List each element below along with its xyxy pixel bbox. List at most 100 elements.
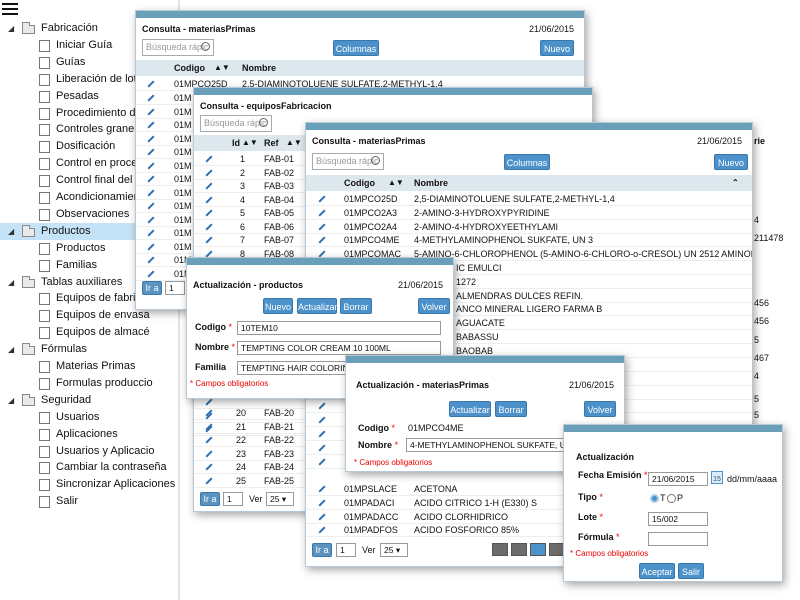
search-input[interactable]: Búsqueda rápic [200, 115, 272, 132]
sidebar-item[interactable]: Salir [0, 493, 178, 510]
table-row[interactable]: 01MPCO4ME 4-METHYLAMINOPHENOL SUKFATE, UN… [306, 233, 752, 248]
title-bar[interactable] [194, 88, 592, 95]
formula-field[interactable] [648, 532, 708, 546]
edit-icon[interactable] [205, 182, 213, 190]
edit-icon[interactable] [205, 436, 213, 444]
title-bar[interactable] [346, 356, 624, 363]
edit-icon[interactable] [318, 416, 326, 424]
page-number-input[interactable]: 1 [165, 281, 185, 295]
edit-icon[interactable] [205, 476, 213, 485]
edit-icon[interactable] [147, 161, 155, 170]
edit-icon[interactable] [205, 422, 213, 431]
edit-icon[interactable] [318, 195, 326, 203]
page-number-input[interactable]: 1 [223, 492, 243, 506]
edit-icon[interactable] [318, 402, 326, 410]
sort-icon[interactable]: ▲▼ [286, 138, 302, 147]
table-row[interactable]: 01MPCO2A4 2-AMINO-4-HYDROXYEETHYLAMI [306, 220, 752, 234]
edit-icon[interactable] [147, 148, 155, 156]
column-header-id[interactable]: Id [232, 138, 240, 148]
expand-icon[interactable]: ◢ [8, 274, 14, 291]
calendar-icon[interactable]: 15 [711, 471, 723, 484]
edit-icon[interactable] [147, 269, 155, 278]
tipo-p-radio[interactable] [667, 494, 676, 503]
sidebar-item[interactable]: Sincronizar Aplicaciones [0, 476, 178, 493]
edit-icon[interactable] [147, 107, 155, 116]
fecha-emision-field[interactable]: 21/06/2015 [648, 472, 708, 486]
edit-icon[interactable] [147, 229, 155, 237]
title-bar[interactable] [187, 258, 453, 265]
sidebar-item[interactable]: Usuarios y Aplicacio [0, 443, 178, 460]
sidebar-item[interactable]: Usuarios [0, 409, 178, 426]
aceptar-button[interactable]: Aceptar [639, 563, 675, 579]
title-bar[interactable] [136, 11, 584, 18]
codigo-field[interactable]: 10TEM10 [237, 321, 441, 335]
edit-icon[interactable] [205, 168, 213, 177]
table-row[interactable]: 01MPCO25D 2,5-DIAMINOTOLUENE SULFATE,2-ME… [306, 192, 752, 206]
page-number-input[interactable]: 1 [336, 543, 356, 557]
nuevo-button[interactable]: Nuevo [714, 154, 748, 170]
expand-icon[interactable]: ⌃ [732, 178, 739, 187]
edit-icon[interactable] [147, 80, 155, 88]
expand-icon[interactable]: ◢ [8, 20, 14, 37]
edit-icon[interactable] [318, 485, 326, 493]
title-bar[interactable] [306, 123, 752, 130]
go-to-page-button[interactable]: Ir a [200, 492, 220, 506]
column-header-nombre[interactable]: Nombre [414, 178, 448, 188]
rows-per-page-select[interactable]: 25 ▾ [266, 492, 294, 506]
edit-icon[interactable] [318, 513, 326, 521]
borrar-button[interactable]: Borrar [340, 298, 372, 314]
actualizar-button[interactable]: Actualizar [449, 401, 491, 417]
edit-icon[interactable] [205, 463, 213, 471]
edit-icon[interactable] [205, 236, 213, 244]
edit-icon[interactable] [205, 195, 213, 204]
edit-icon[interactable] [205, 409, 213, 417]
column-header-nombre[interactable]: Nombre [242, 63, 276, 73]
nuevo-button[interactable]: Nuevo [540, 40, 574, 56]
search-input[interactable]: Búsqueda rápic [312, 153, 384, 170]
rows-per-page-select[interactable]: 25 ▾ [380, 543, 408, 557]
edit-icon[interactable] [147, 94, 155, 102]
volver-button[interactable]: Volver [584, 401, 616, 417]
edit-icon[interactable] [147, 256, 155, 264]
column-header-codigo[interactable]: Codigo [174, 63, 205, 73]
title-bar[interactable] [564, 425, 782, 432]
edit-icon[interactable] [318, 236, 326, 244]
nombre-field[interactable]: TEMPTING COLOR CREAM 10 100ML [237, 341, 441, 355]
sort-icon[interactable]: ▲▼ [388, 178, 404, 187]
lote-field[interactable]: 15/002 [648, 512, 708, 526]
edit-icon[interactable] [318, 430, 326, 438]
edit-icon[interactable] [147, 175, 155, 183]
edit-icon[interactable] [205, 222, 213, 231]
sidebar-item[interactable]: Equipos de almacé [0, 324, 178, 341]
volver-button[interactable]: Volver [418, 298, 450, 314]
sort-icon[interactable]: ▲▼ [214, 63, 230, 72]
next-page-button[interactable] [530, 543, 546, 556]
go-to-page-button[interactable]: Ir a [312, 543, 332, 557]
sort-icon[interactable]: ▲▼ [242, 138, 258, 147]
expand-icon[interactable]: ◢ [8, 223, 14, 240]
expand-icon[interactable]: ◢ [8, 392, 14, 409]
edit-icon[interactable] [318, 444, 326, 452]
edit-icon[interactable] [205, 249, 213, 258]
edit-icon[interactable] [147, 134, 155, 143]
borrar-button[interactable]: Borrar [495, 401, 527, 417]
table-row[interactable]: 01MPCO2A3 2-AMINO-3-HYDROXYPYRIDINE [306, 206, 752, 220]
columnas-button[interactable]: Columnas [504, 154, 550, 170]
columnas-button[interactable]: Columnas [333, 40, 379, 56]
edit-icon[interactable] [147, 188, 155, 197]
edit-icon[interactable] [205, 398, 213, 406]
column-header-codigo[interactable]: Codigo [344, 178, 375, 188]
go-to-page-button[interactable]: Ir a [142, 281, 162, 295]
column-header-ref[interactable]: Ref [264, 138, 279, 148]
nuevo-button[interactable]: Nuevo [263, 298, 293, 314]
first-page-button[interactable] [492, 543, 508, 556]
actualizar-button[interactable]: Actualizar [297, 298, 338, 314]
edit-icon[interactable] [318, 209, 326, 217]
edit-icon[interactable] [318, 223, 326, 231]
edit-icon[interactable] [147, 215, 155, 224]
edit-icon[interactable] [205, 209, 213, 217]
edit-icon[interactable] [147, 121, 155, 129]
salir-button[interactable]: Salir [678, 563, 704, 579]
prev-page-button[interactable] [511, 543, 527, 556]
tipo-t-radio[interactable] [650, 494, 659, 503]
